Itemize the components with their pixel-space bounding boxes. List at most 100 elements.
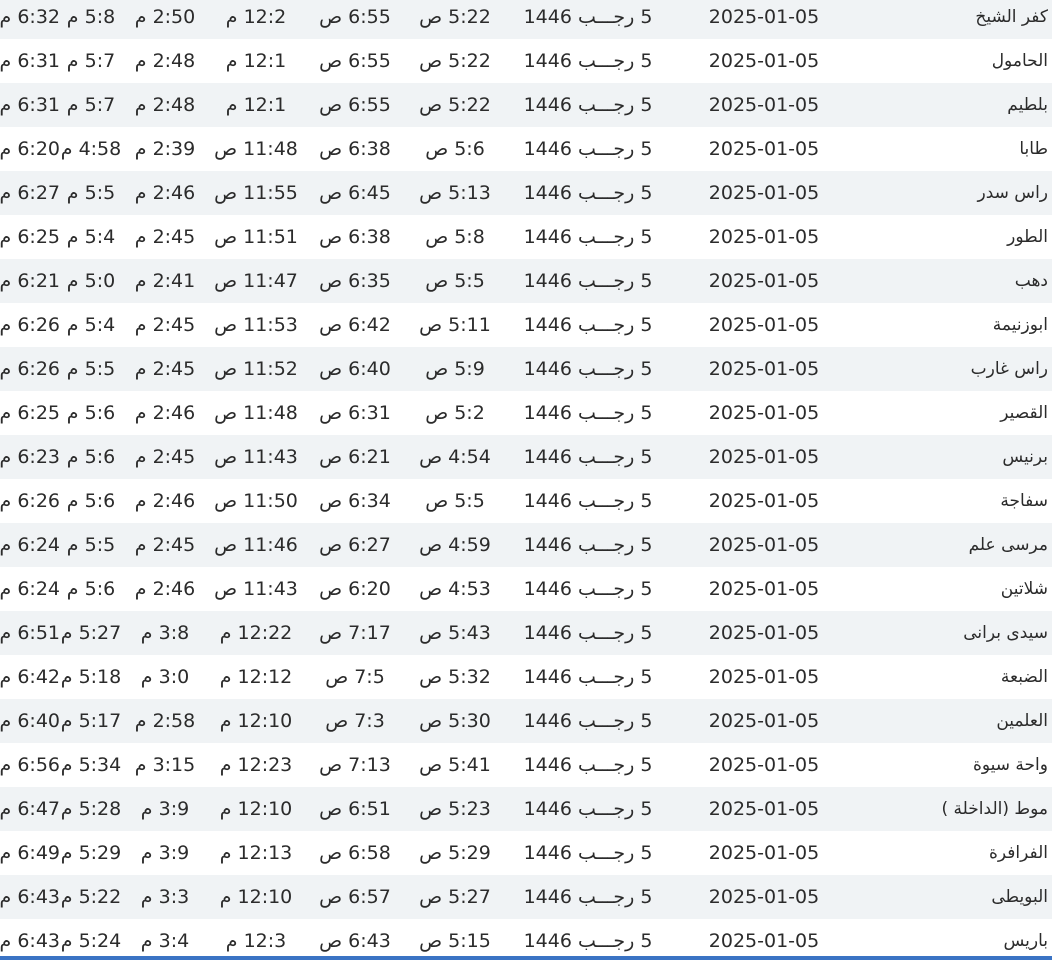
cell-dhuhr: 12:10 م (208, 875, 304, 919)
cell-hijri-date: 5 رجـــب 1446 (504, 479, 672, 523)
cell-sunrise: 6:45 ص (304, 171, 406, 215)
cell-maghrib: 5:24 م (60, 919, 122, 956)
table-row: 6:43 م 5:24 م 3:4 م 12:3 م 6:43 ص 5:15 ص5 رجـ… (0, 919, 1052, 956)
cell-dhuhr: 11:43 ص (208, 567, 304, 611)
cell-dhuhr: 11:46 ص (208, 523, 304, 567)
cell-gregorian-date: 2025-01-05 (672, 259, 856, 303)
cell-maghrib: 5:5 م (60, 523, 122, 567)
cell-city: شلاتين (856, 567, 1052, 611)
cell-hijri-date: 5 رجـــب 1446 (504, 435, 672, 479)
cell-isha: 6:24 م (0, 523, 60, 567)
cell-fajr: 5:43 ص (406, 611, 504, 655)
cell-gregorian-date: 2025-01-05 (672, 523, 856, 567)
cell-dhuhr: 11:55 ص (208, 171, 304, 215)
cell-sunrise: 6:55 ص (304, 39, 406, 83)
cell-isha: 6:25 م (0, 215, 60, 259)
cell-gregorian-date: 2025-01-05 (672, 127, 856, 171)
cell-gregorian-date: 2025-01-05 (672, 787, 856, 831)
cell-city: الضبعة (856, 655, 1052, 699)
cell-sunrise: 6:35 ص (304, 259, 406, 303)
table-row: 6:27 م 5:5 م 2:46 م 11:55 ص 6:45 ص 5:13 ص5 رج… (0, 171, 1052, 215)
cell-dhuhr: 11:48 ص (208, 391, 304, 435)
cell-asr: 3:9 م (122, 787, 208, 831)
cell-maghrib: 4:58 م (60, 127, 122, 171)
cell-asr: 2:46 م (122, 479, 208, 523)
table-row: 6:31 م 5:7 م 2:48 م 12:1 م 6:55 ص 5:22 ص5 رجـ… (0, 39, 1052, 83)
cell-isha: 6:27 م (0, 171, 60, 215)
cell-hijri-date: 5 رجـــب 1446 (504, 83, 672, 127)
cell-fajr: 5:22 ص (406, 39, 504, 83)
cell-hijri-date: 5 رجـــب 1446 (504, 39, 672, 83)
cell-fajr: 5:15 ص (406, 919, 504, 956)
cell-fajr: 5:6 ص (406, 127, 504, 171)
cell-maghrib: 5:5 م (60, 347, 122, 391)
cell-city: برنيس (856, 435, 1052, 479)
cell-gregorian-date: 2025-01-05 (672, 347, 856, 391)
cell-dhuhr: 11:43 ص (208, 435, 304, 479)
cell-city: بلطيم (856, 83, 1052, 127)
cell-sunrise: 6:57 ص (304, 875, 406, 919)
cell-gregorian-date: 2025-01-05 (672, 831, 856, 875)
cell-asr: 2:45 م (122, 215, 208, 259)
cell-hijri-date: 5 رجـــب 1446 (504, 127, 672, 171)
cell-maghrib: 5:0 م (60, 259, 122, 303)
cell-sunrise: 6:31 ص (304, 391, 406, 435)
table-row: 6:23 م 5:6 م 2:45 م 11:43 ص 6:21 ص 4:54 ص5 رج… (0, 435, 1052, 479)
cell-city: البويطى (856, 875, 1052, 919)
cell-gregorian-date: 2025-01-05 (672, 875, 856, 919)
cell-sunrise: 6:27 ص (304, 523, 406, 567)
cell-gregorian-date: 2025-01-05 (672, 919, 856, 956)
cell-gregorian-date: 2025-01-05 (672, 171, 856, 215)
cell-maghrib: 5:6 م (60, 435, 122, 479)
table-row: 6:25 م 5:4 م 2:45 م 11:51 ص 6:38 ص 5:8 ص5 رجـ… (0, 215, 1052, 259)
cell-city: سفاجة (856, 479, 1052, 523)
cell-asr: 3:3 م (122, 875, 208, 919)
cell-fajr: 5:29 ص (406, 831, 504, 875)
cell-gregorian-date: 2025-01-05 (672, 303, 856, 347)
cell-sunrise: 6:51 ص (304, 787, 406, 831)
cell-sunrise: 6:38 ص (304, 127, 406, 171)
table-row: 6:51 م 5:27 م 3:8 م 12:22 م 7:17 ص 5:43 ص5 رج… (0, 611, 1052, 655)
cell-asr: 2:45 م (122, 435, 208, 479)
cell-gregorian-date: 2025-01-05 (672, 699, 856, 743)
cell-gregorian-date: 2025-01-05 (672, 83, 856, 127)
cell-asr: 2:50 م (122, 0, 208, 39)
cell-city: ابوزنيمة (856, 303, 1052, 347)
cell-maghrib: 5:7 م (60, 39, 122, 83)
cell-city: الفرافرة (856, 831, 1052, 875)
cell-maghrib: 5:5 م (60, 171, 122, 215)
cell-sunrise: 6:38 ص (304, 215, 406, 259)
cell-hijri-date: 5 رجـــب 1446 (504, 347, 672, 391)
cell-sunrise: 6:21 ص (304, 435, 406, 479)
prayer-times-table-container: 6:32 م 5:8 م 2:50 م 12:2 م 6:55 ص 5:22 ص5 رجـ… (0, 0, 1052, 960)
cell-gregorian-date: 2025-01-05 (672, 743, 856, 787)
table-row: 6:43 م 5:22 م 3:3 م 12:10 م 6:57 ص 5:27 ص5 رج… (0, 875, 1052, 919)
table-row: 6:25 م 5:6 م 2:46 م 11:48 ص 6:31 ص 5:2 ص5 رجـ… (0, 391, 1052, 435)
cell-city: العلمين (856, 699, 1052, 743)
cell-dhuhr: 11:52 ص (208, 347, 304, 391)
cell-city: واحة سيوة (856, 743, 1052, 787)
cell-gregorian-date: 2025-01-05 (672, 39, 856, 83)
table-row: 6:21 م 5:0 م 2:41 م 11:47 ص 6:35 ص 5:5 ص5 رجـ… (0, 259, 1052, 303)
cell-asr: 2:46 م (122, 391, 208, 435)
table-row: 6:26 م 5:5 م 2:45 م 11:52 ص 6:40 ص 5:9 ص5 رجـ… (0, 347, 1052, 391)
cell-dhuhr: 12:1 م (208, 39, 304, 83)
cell-maghrib: 5:17 م (60, 699, 122, 743)
cell-city: مرسى علم (856, 523, 1052, 567)
cell-dhuhr: 11:48 ص (208, 127, 304, 171)
cell-fajr: 5:22 ص (406, 0, 504, 39)
table-row: 6:24 م 5:6 م 2:46 م 11:43 ص 6:20 ص 4:53 ص5 رج… (0, 567, 1052, 611)
cell-isha: 6:49 م (0, 831, 60, 875)
cell-hijri-date: 5 رجـــب 1446 (504, 655, 672, 699)
table-row: 6:49 م 5:29 م 3:9 م 12:13 م 6:58 ص 5:29 ص5 رج… (0, 831, 1052, 875)
cell-asr: 3:4 م (122, 919, 208, 956)
cell-fajr: 5:13 ص (406, 171, 504, 215)
cell-city: كفر الشيخ (856, 0, 1052, 39)
cell-gregorian-date: 2025-01-05 (672, 435, 856, 479)
table-row: 6:31 م 5:7 م 2:48 م 12:1 م 6:55 ص 5:22 ص5 رجـ… (0, 83, 1052, 127)
table-row: 6:26 م 5:6 م 2:46 م 11:50 ص 6:34 ص 5:5 ص5 رجـ… (0, 479, 1052, 523)
cell-dhuhr: 12:10 م (208, 787, 304, 831)
cell-hijri-date: 5 رجـــب 1446 (504, 259, 672, 303)
cell-asr: 2:41 م (122, 259, 208, 303)
cell-sunrise: 6:42 ص (304, 303, 406, 347)
